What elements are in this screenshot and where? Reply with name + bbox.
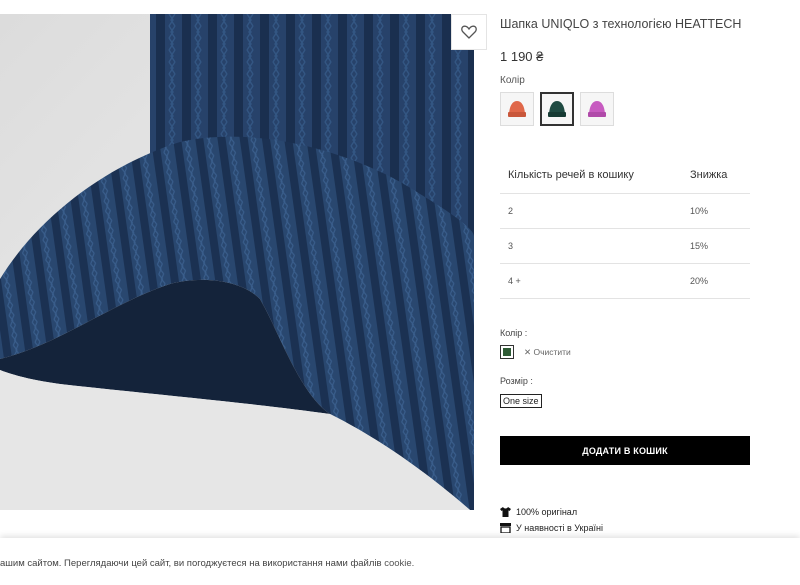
- selected-color-fill: [503, 348, 511, 356]
- swatch-orange[interactable]: [500, 92, 534, 126]
- header-discount: Знижка: [690, 168, 728, 181]
- cookie-banner: ашим сайтом. Переглядаючи цей сайт, ви п…: [0, 538, 800, 585]
- selected-color-swatch[interactable]: [500, 345, 514, 359]
- discount-cell: 15%: [690, 241, 709, 251]
- quantity-cell: 3: [508, 241, 514, 251]
- discount-cell: 20%: [690, 276, 709, 286]
- product-title: Шапка UNIQLO з технологією HEATTECH: [500, 17, 742, 31]
- product-image[interactable]: [0, 14, 474, 510]
- discount-table-header: Кількість речей в кошику Знижка: [500, 156, 750, 194]
- knit-hat-photo: [0, 14, 474, 510]
- feature-in-stock: У наявності в Україні: [500, 523, 603, 533]
- selected-color-label: Колір :: [500, 328, 528, 338]
- hat-orange-icon: [508, 101, 526, 117]
- header-quantity: Кількість речей в кошику: [508, 168, 634, 181]
- feature-original: 100% оригінал: [500, 507, 577, 517]
- feature-text: 100% оригінал: [516, 507, 578, 517]
- tshirt-icon: [500, 507, 511, 517]
- color-swatches: [500, 92, 614, 126]
- color-label: Колір: [500, 75, 525, 86]
- discount-table: Кількість речей в кошику Знижка 2 10% 3 …: [500, 156, 750, 299]
- table-row: 3 15%: [500, 229, 750, 264]
- cookie-text: ашим сайтом. Переглядаючи цей сайт, ви п…: [0, 558, 414, 569]
- quantity-cell: 4 +: [508, 276, 521, 286]
- quantity-cell: 2: [508, 206, 514, 216]
- swatch-pink[interactable]: [580, 92, 614, 126]
- size-label: Розмір :: [500, 376, 533, 386]
- feature-text: У наявності в Україні: [516, 523, 603, 533]
- discount-cell: 10%: [690, 206, 709, 216]
- clear-selection-button[interactable]: ✕ Очистити: [524, 347, 571, 358]
- heart-icon: [461, 25, 477, 39]
- wishlist-button[interactable]: [451, 14, 487, 50]
- table-row: 2 10%: [500, 194, 750, 229]
- cookie-message: ашим сайтом. Переглядаючи цей сайт, ви п…: [0, 558, 385, 569]
- store-icon: [500, 523, 511, 533]
- cookie-link[interactable]: cookie.: [384, 558, 414, 569]
- table-row: 4 + 20%: [500, 264, 750, 299]
- swatch-dark-green[interactable]: [540, 92, 574, 126]
- add-to-cart-button[interactable]: ДОДАТИ В КОШИК: [500, 436, 750, 465]
- hat-pink-icon: [588, 101, 606, 117]
- hat-dark-green-icon: [548, 101, 566, 117]
- product-price: 1 190 ₴: [500, 49, 544, 64]
- size-option-one-size[interactable]: One size: [500, 394, 542, 408]
